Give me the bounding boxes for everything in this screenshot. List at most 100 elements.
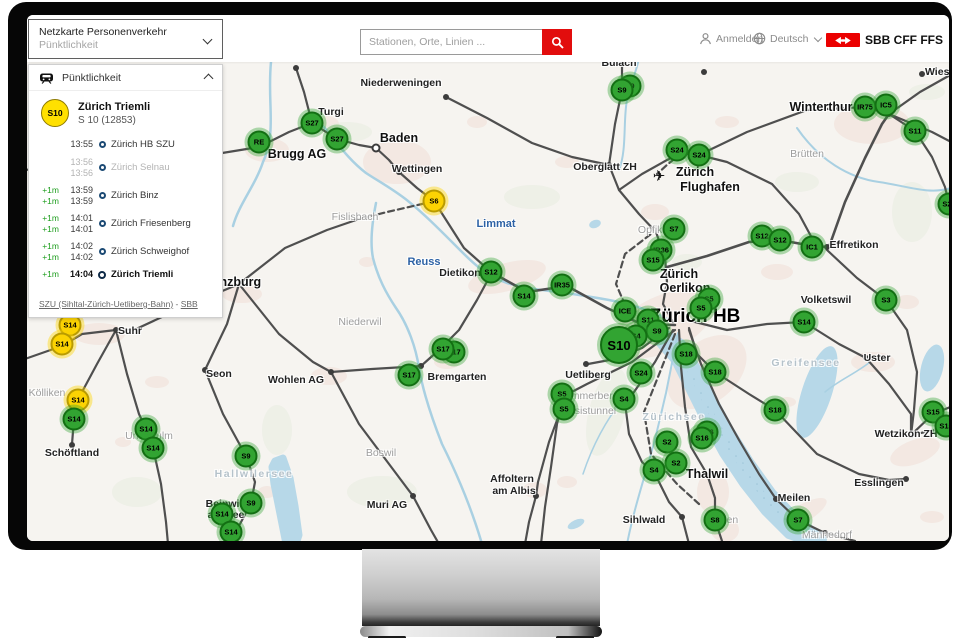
search-bar (360, 29, 572, 55)
line-badge-s12[interactable]: S12 (480, 261, 503, 284)
line-badge-s11[interactable]: S11 (904, 120, 927, 143)
line-badge-s9[interactable]: S9 (611, 79, 634, 102)
line-badge-s14[interactable]: S14 (513, 285, 536, 308)
map-label: Fislisbach (332, 211, 379, 223)
sbb-flag-icon (826, 33, 860, 47)
footer-separator: - (173, 299, 181, 309)
line-badge-s5[interactable]: S5 (553, 398, 576, 421)
station-dot (701, 69, 707, 75)
line-badge-s18[interactable]: S18 (764, 399, 787, 422)
line-badge-s15[interactable]: S15 (642, 249, 665, 272)
line-badge-s16[interactable]: S16 (691, 427, 714, 450)
line-badge-s14[interactable]: S14 (51, 333, 74, 356)
line-badge-s24[interactable]: S24 (688, 144, 711, 167)
line-badge-s27[interactable]: S27 (326, 128, 349, 151)
monitor-stand (362, 549, 600, 626)
map-label: am Albis (492, 485, 535, 497)
line-badge-ic1[interactable]: IC1 (801, 236, 824, 259)
map-label: Wettingen (392, 163, 443, 175)
operator-link[interactable]: SZU (Sihltal-Zürich-Uetliberg-Bahn) (39, 299, 173, 309)
line-badge-s18[interactable]: S18 (675, 343, 698, 366)
map-label: Niederweningen (360, 77, 441, 89)
stop-name: Zürich Selnau (111, 162, 170, 173)
line-badge-ice[interactable]: ICE (614, 300, 637, 323)
line-badge-s12[interactable]: S12 (769, 229, 792, 252)
line-badge-s9[interactable]: S9 (646, 320, 669, 343)
punctuality-panel: Pünktlichkeit S10 Zürich Triemli S 10 (1… (28, 64, 223, 318)
map-label: Brütten (790, 148, 824, 160)
line-badge-s10[interactable]: S10 (600, 326, 638, 364)
map-label: Reuss (407, 256, 440, 268)
line-badge-ir75[interactable]: IR75 (854, 96, 877, 119)
search-input[interactable] (360, 29, 542, 55)
screen: ✈ BülachWiesendangenNiederweningenTurgiB… (27, 15, 949, 541)
map-label: Wetzikon ZH (875, 428, 938, 440)
line-badge-s24[interactable]: S24 (666, 139, 689, 162)
line-badge-s7[interactable]: S7 (663, 218, 686, 241)
chevron-down-icon (203, 35, 213, 45)
map-label: Kölliken (29, 387, 66, 399)
panel-title: Pünktlichkeit (62, 72, 197, 84)
map-label: Turgi (318, 106, 343, 118)
panel-collapse-toggle[interactable]: Pünktlichkeit (29, 65, 222, 91)
map-label: Hallwilersee (215, 468, 294, 480)
sbb-logo[interactable]: SBB CFF FFS (826, 33, 943, 47)
line-badge-ir35[interactable]: IR35 (551, 274, 574, 297)
line-badge-s4[interactable]: S4 (613, 388, 636, 411)
line-badge-s24[interactable]: S24 (630, 362, 653, 385)
line-badge-ic5[interactable]: IC5 (875, 94, 898, 117)
station-dot (679, 514, 685, 520)
line-badge-s5[interactable]: S5 (690, 297, 713, 320)
line-badge-s4[interactable]: S4 (643, 459, 666, 482)
line-badge-s2[interactable]: S2 (665, 452, 688, 475)
train-line-badge: S10 (41, 99, 69, 127)
stop-list: 13:55Zürich HB SZU13:5613:56Zürich Selna… (37, 139, 216, 280)
stop-row: 13:55Zürich HB SZU (37, 139, 216, 150)
line-badge-s18[interactable]: S18 (704, 361, 727, 384)
map-label: Brugg AG (268, 147, 327, 161)
line-badge-s17[interactable]: S17 (398, 364, 421, 387)
line-badge-s9[interactable]: S9 (240, 492, 263, 515)
line-badge-s7[interactable]: S7 (787, 509, 810, 532)
line-badge-s9[interactable]: S9 (235, 445, 258, 468)
sbb-logo-text: SBB CFF FFS (865, 33, 943, 47)
chevron-down-icon (813, 33, 821, 41)
map-label: Sihlwald (623, 514, 666, 526)
stop-row: +1m+1m14:0214:02Zürich Schweighof (37, 241, 216, 262)
globe-icon (753, 32, 766, 45)
stop-row: +1m+1m14:0114:01Zürich Friesenberg (37, 213, 216, 234)
line-badge-s14[interactable]: S14 (63, 408, 86, 431)
line-badge-s27[interactable]: S27 (301, 112, 324, 135)
chevron-up-icon (204, 73, 214, 83)
language-selector[interactable]: Deutsch (753, 32, 821, 45)
line-badge-s14[interactable]: S14 (142, 437, 165, 460)
map-label: Uetliberg (565, 369, 611, 381)
line-badge-re[interactable]: RE (248, 131, 271, 154)
stop-name: Zürich Schweighof (111, 246, 189, 257)
map-label: Uster (864, 352, 891, 364)
map-label: Volketswil (801, 294, 852, 306)
stop-node (99, 164, 106, 171)
station-dot (293, 65, 299, 71)
line-badge-s14[interactable]: S14 (220, 521, 243, 542)
map-label: Zürich (660, 267, 698, 281)
map-label: Wohlen AG (268, 374, 324, 386)
map-label: Suhr (118, 325, 142, 337)
stop-name: Zürich Triemli (111, 269, 173, 280)
line-badge-s6[interactable]: S6 (423, 190, 446, 213)
search-button[interactable] (542, 29, 572, 55)
layer-select-dropdown[interactable]: Netzkarte Personenverkehr Pünktlichkeit (28, 19, 223, 59)
sbb-link[interactable]: SBB (181, 299, 198, 309)
station-dot (418, 363, 424, 369)
line-badge-s3[interactable]: S3 (875, 289, 898, 312)
line-badge-s2[interactable]: S2 (656, 431, 679, 454)
stop-node (99, 220, 106, 227)
line-badge-s14[interactable]: S14 (793, 311, 816, 334)
stop-name: Zürich Friesenberg (111, 218, 191, 229)
line-badge-s8[interactable]: S8 (704, 509, 727, 532)
map-label: Schöftland (45, 447, 99, 459)
map-label: Oberglatt ZH (573, 161, 637, 173)
line-badge-s17[interactable]: S17 (432, 338, 455, 361)
page: ✈ BülachWiesendangenNiederweningenTurgiB… (0, 0, 960, 638)
map-label: Niederwil (338, 316, 381, 328)
